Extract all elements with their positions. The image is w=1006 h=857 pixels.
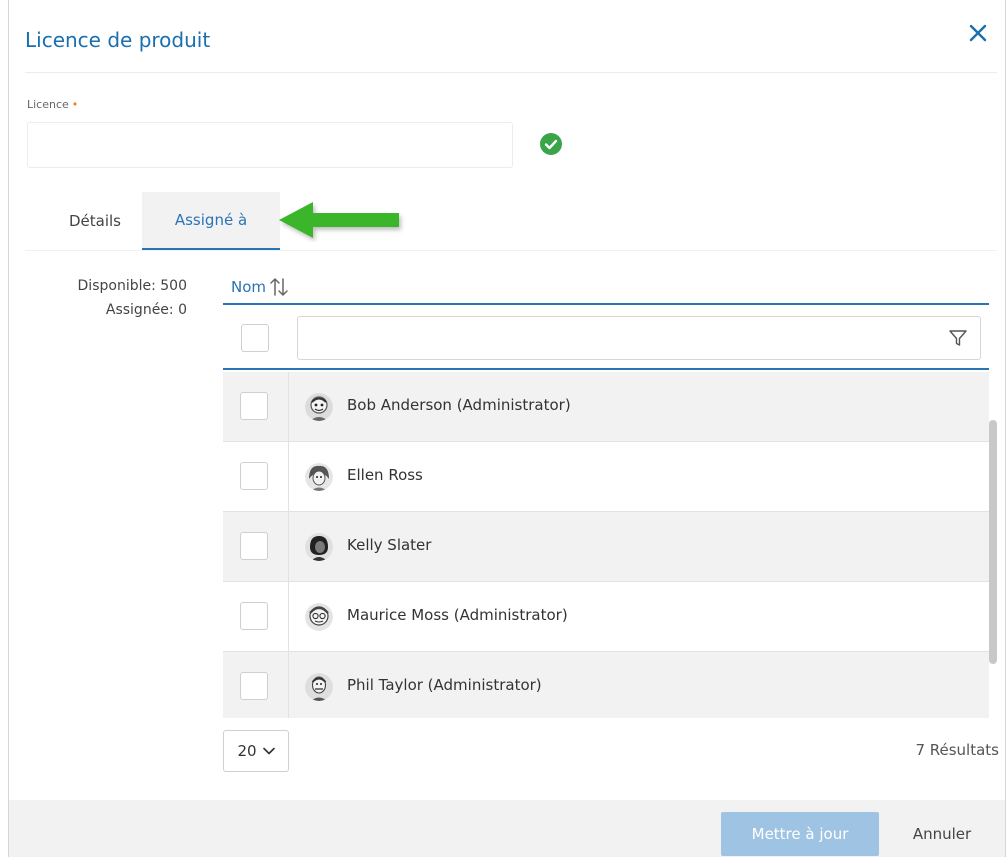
results-count: 7 Résultats: [915, 741, 999, 759]
user-name: Phil Taylor (Administrator): [347, 676, 542, 694]
required-marker: •: [71, 98, 79, 111]
user-name: Bob Anderson (Administrator): [347, 396, 571, 414]
name-column-header: Nom: [223, 270, 989, 305]
tab-assigned-to[interactable]: Assigné à: [142, 192, 280, 250]
check-circle-icon: [540, 133, 562, 155]
name-filter-input[interactable]: [297, 316, 981, 360]
row-checkbox[interactable]: [240, 672, 268, 700]
license-summary: Disponible: 500 Assignée: 0: [29, 274, 187, 322]
tab-assigned-label: Assigné à: [174, 211, 248, 229]
table-row[interactable]: Ellen Ross: [223, 442, 989, 512]
filter-row: [223, 306, 989, 370]
table-row[interactable]: Maurice Moss (Administrator): [223, 582, 989, 652]
assigned-count: Assignée: 0: [105, 302, 187, 318]
table-row[interactable]: Phil Taylor (Administrator): [223, 652, 989, 718]
row-checkbox[interactable]: [240, 462, 268, 490]
avatar-icon: [305, 393, 333, 421]
page-size-select[interactable]: 20: [223, 730, 289, 772]
tab-details-label: Détails: [68, 212, 121, 230]
avatar-icon: [305, 533, 333, 561]
license-dialog: Licence de produit Licence • Détails Assi…: [8, 0, 1006, 857]
row-checkbox[interactable]: [240, 602, 268, 630]
name-column-label[interactable]: Nom: [231, 278, 266, 296]
dialog-title: Licence de produit: [25, 28, 211, 52]
row-checkbox[interactable]: [240, 532, 268, 560]
close-icon[interactable]: [965, 20, 991, 46]
license-label-text: Licence: [27, 98, 69, 111]
filter-icon[interactable]: [948, 328, 968, 348]
license-input[interactable]: [27, 122, 513, 168]
license-label: Licence •: [27, 98, 78, 111]
scrollbar-thumb[interactable]: [989, 420, 997, 664]
cancel-button[interactable]: Annuler: [897, 812, 987, 856]
update-button[interactable]: Mettre à jour: [721, 812, 879, 856]
user-grid: Bob Anderson (Administrator) Ellen Ross …: [223, 372, 989, 718]
row-checkbox-cell: [223, 372, 289, 441]
row-checkbox[interactable]: [240, 392, 268, 420]
tab-details[interactable]: Détails: [45, 192, 145, 250]
select-all-checkbox[interactable]: [241, 324, 269, 352]
table-row[interactable]: Bob Anderson (Administrator): [223, 372, 989, 442]
avatar-icon: [305, 673, 333, 701]
annotation-arrow-icon: [279, 202, 399, 238]
grid-scrollbar[interactable]: [989, 372, 997, 718]
row-checkbox-cell: [223, 442, 289, 511]
tabs-divider: [25, 250, 997, 251]
avatar-icon: [305, 603, 333, 631]
avatar-icon: [305, 463, 333, 491]
row-checkbox-cell: [223, 582, 289, 651]
user-name: Kelly Slater: [347, 536, 432, 554]
available-count: Disponible: 500: [77, 278, 187, 294]
sort-arrows-icon[interactable]: [268, 276, 290, 298]
page-size-value: 20: [237, 742, 257, 760]
row-checkbox-cell: [223, 512, 289, 581]
header-divider: [25, 72, 997, 73]
user-name: Maurice Moss (Administrator): [347, 606, 568, 624]
table-row[interactable]: Kelly Slater: [223, 512, 989, 582]
user-name: Ellen Ross: [347, 466, 423, 484]
chevron-down-icon: [262, 747, 275, 755]
dialog-footer: Mettre à jour Annuler: [9, 800, 1005, 857]
row-checkbox-cell: [223, 652, 289, 718]
